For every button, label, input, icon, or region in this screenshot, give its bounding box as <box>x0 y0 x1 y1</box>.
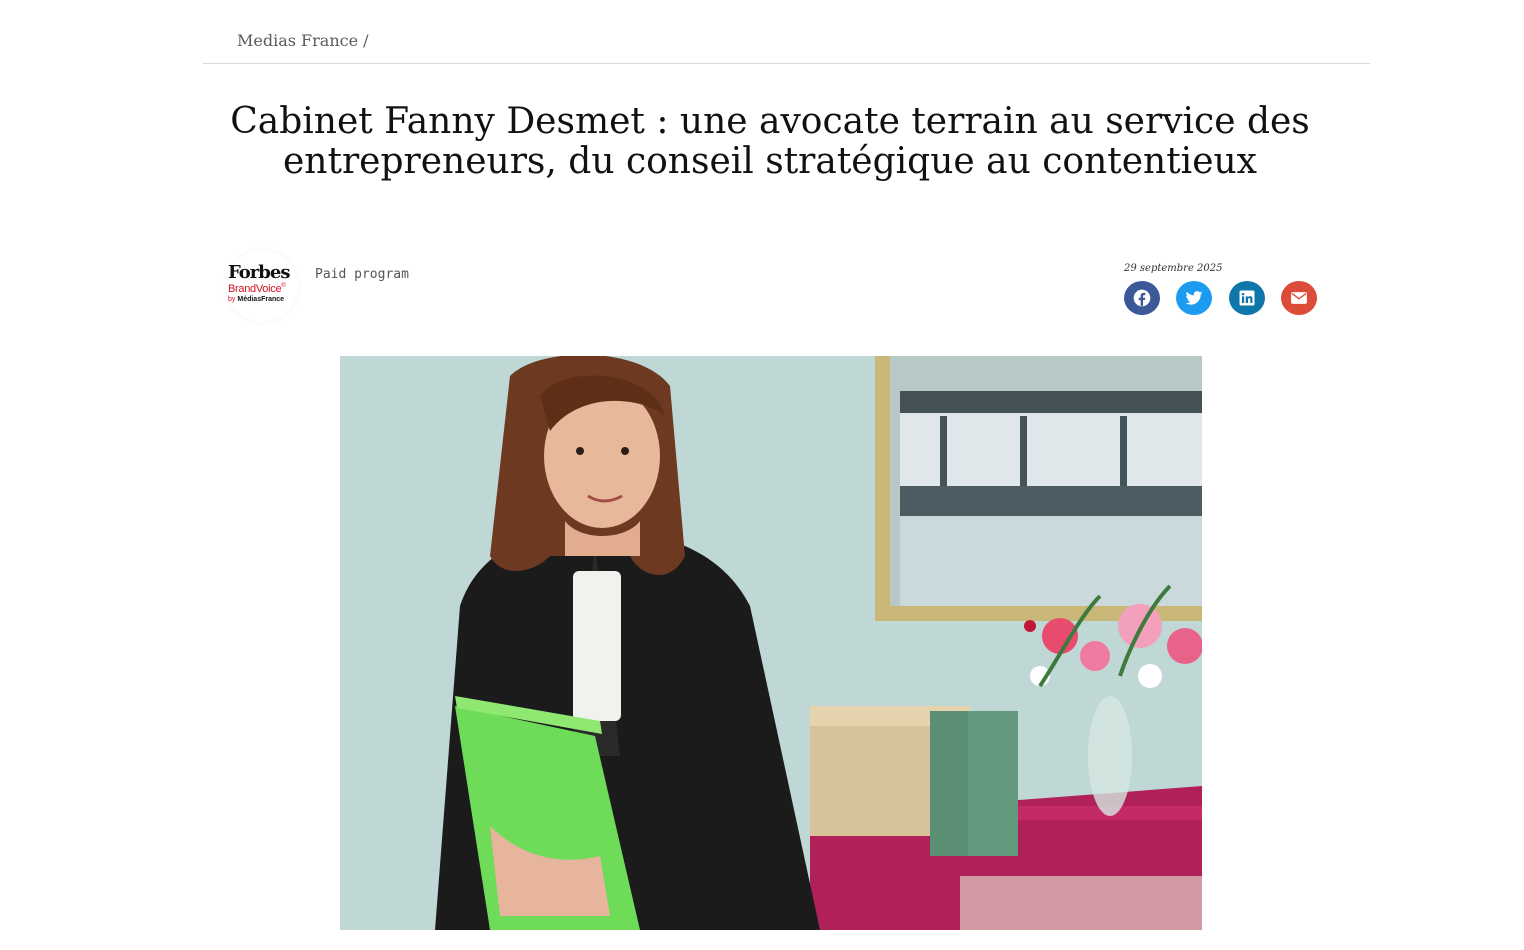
share-twitter-button[interactable] <box>1176 281 1212 315</box>
share-linkedin-button[interactable] <box>1229 281 1265 315</box>
breadcrumb-bar: Medias France / <box>203 0 1370 64</box>
brandvoice-text: BrandVoice <box>228 283 282 295</box>
brand-forbes-wordmark: Forbes <box>228 262 290 283</box>
article-title: Cabinet Fanny Desmet : une avocate terra… <box>230 101 1310 182</box>
envelope-icon <box>1289 288 1309 308</box>
lawyer-portrait-photo <box>340 356 1202 930</box>
hero-image <box>340 356 1202 930</box>
publish-date: 29 septembre 2025 <box>1124 263 1223 274</box>
brand-publisher-line: by MédiasFrance <box>228 296 284 303</box>
linkedin-icon <box>1237 288 1257 308</box>
brand-brandvoice-wordmark: BrandVoice® <box>228 283 286 295</box>
share-facebook-button[interactable] <box>1124 281 1160 315</box>
forbes-brandvoice-logo[interactable]: Forbes BrandVoice® by MédiasFrance <box>226 250 298 322</box>
breadcrumb-link-medias-france[interactable]: Medias France <box>237 31 358 50</box>
twitter-icon <box>1184 288 1204 308</box>
share-bar: 29 septembre 2025 <box>1124 262 1324 322</box>
facebook-icon <box>1132 288 1152 308</box>
share-email-button[interactable] <box>1281 281 1317 315</box>
breadcrumb-separator: / <box>363 31 369 50</box>
brand-by-text: by <box>228 296 236 303</box>
brand-publisher-text: MédiasFrance <box>237 296 285 303</box>
paid-program-label: Paid program <box>315 267 409 282</box>
breadcrumb: Medias France / <box>237 31 369 50</box>
registered-mark: ® <box>281 283 286 289</box>
